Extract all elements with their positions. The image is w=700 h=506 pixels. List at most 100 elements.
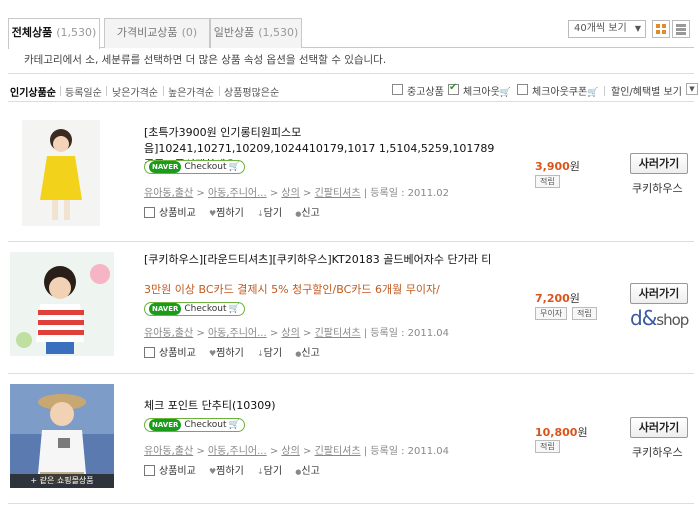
point-badge: 적립 (535, 440, 560, 453)
category-link[interactable]: 아동,주니어... (208, 188, 267, 199)
buy-button[interactable]: 사러가기 (630, 283, 688, 304)
report-label: 신고 (301, 208, 320, 219)
compare-button[interactable]: 상품비교 (144, 207, 196, 219)
tab-label: 전체상품 (11, 26, 53, 39)
category-link[interactable]: 유아동,출산 (144, 328, 193, 339)
compare-button[interactable]: 상품비교 (144, 347, 196, 359)
category-link[interactable]: 상의 (281, 188, 299, 199)
mall-name[interactable]: 쿠키하우스 (632, 180, 683, 196)
checkout-text: 체크아웃 (463, 87, 500, 98)
sort-date[interactable]: 등록일순 (65, 84, 102, 99)
report-button[interactable]: ●신고 (295, 208, 320, 219)
keep-button[interactable]: ↓담기 (257, 466, 282, 477)
keep-button[interactable]: ↓담기 (257, 348, 282, 359)
grid-view-icon[interactable] (652, 20, 670, 38)
category-link[interactable]: 아동,주니어... (208, 446, 267, 457)
no-interest-badge: 무이자 (535, 307, 568, 320)
checkout-coupon-text: 체크아웃쿠폰 (532, 87, 588, 98)
category-link[interactable]: 아동,주니어... (208, 328, 267, 339)
product-image (10, 252, 114, 356)
checkout-text: Checkout (184, 304, 227, 314)
same-mall-link[interactable]: + 같은 쇼핑몰상품 (10, 474, 114, 488)
wish-button[interactable]: ♥찜하기 (209, 466, 244, 477)
sort-high-price[interactable]: 높은가격순 (168, 84, 214, 99)
category-link[interactable]: 유아동,출산 (144, 188, 193, 199)
product-price: 7,200원 (535, 290, 580, 306)
register-date: 등록일 : 2011.02 (370, 188, 449, 199)
product-thumbnail[interactable] (22, 120, 100, 226)
point-badge: 적립 (535, 175, 560, 188)
cart-icon: 🛒 (587, 88, 599, 98)
mall-name[interactable]: 쿠키하우스 (632, 444, 683, 460)
tab-count: (1,530) (258, 26, 299, 39)
sort-reviews[interactable]: 상품평많은순 (224, 84, 279, 99)
keep-label: 담기 (263, 466, 283, 477)
product-title-link[interactable]: 체크 포인트 단추티(10309) (144, 398, 504, 414)
compare-checkbox[interactable] (144, 465, 155, 476)
view-count-select[interactable]: 40개씩 보기 ▼ (568, 20, 646, 38)
list-item: [초특가3900원 인기롱티원피스모음]10241,10271,10209,10… (8, 108, 694, 242)
product-image (22, 120, 100, 226)
compare-label: 상품비교 (159, 348, 196, 359)
wish-button[interactable]: ♥찜하기 (209, 348, 244, 359)
compare-label: 상품비교 (159, 466, 196, 477)
category-link[interactable]: 상의 (281, 446, 299, 457)
product-price: 10,800원 (535, 424, 588, 440)
category-path: 유아동,출산 > 아동,주니어... > 상의 > 긴팔티셔츠 | 등록일 : … (144, 188, 449, 199)
compare-checkbox[interactable] (144, 207, 155, 218)
view-count-value: 40개씩 보기 (574, 23, 627, 34)
naver-checkout-badge[interactable]: NAVER Checkout 🛒 (144, 418, 245, 432)
compare-checkbox[interactable] (144, 347, 155, 358)
price-unit: 원 (569, 160, 580, 173)
category-link[interactable]: 긴팔티셔츠 (315, 446, 361, 457)
item-actions: 상품비교 ♥찜하기 ↓담기 ●신고 (144, 204, 330, 219)
sort-low-price[interactable]: 낮은가격순 (112, 84, 158, 99)
tab-label: 일반상품 (213, 26, 255, 39)
product-thumbnail[interactable] (10, 252, 114, 356)
wish-label: 찜하기 (216, 466, 244, 477)
naver-checkout-badge[interactable]: NAVER Checkout 🛒 (144, 160, 245, 174)
report-label: 신고 (301, 466, 320, 477)
buy-button[interactable]: 사러가기 (630, 417, 688, 438)
cart-icon: 🛒 (228, 162, 240, 172)
tab-general-products[interactable]: 일반상품 (1,530) (210, 18, 302, 48)
list-item: [쿠키하우스][라운드티셔츠][쿠키하우스]KT20183 골드베어자수 단가라… (8, 242, 694, 374)
used-checkbox[interactable] (392, 84, 403, 95)
cart-icon: 🛒 (499, 88, 512, 98)
mall-logo-text: shop (656, 311, 689, 329)
category-link[interactable]: 긴팔티셔츠 (315, 328, 361, 339)
checkout-checkbox[interactable] (448, 82, 459, 95)
product-thumbnail[interactable]: + 같은 쇼핑몰상품 (10, 384, 114, 488)
category-notice: 카테고리에서 소, 세분류를 선택하면 더 많은 상품 속성 옵션을 선택할 수… (8, 48, 694, 74)
discount-view-link[interactable]: 할인/혜택별 보기 (611, 83, 682, 98)
divider (219, 86, 220, 96)
sort-popular[interactable]: 인기상품순 (10, 84, 56, 99)
category-link[interactable]: 상의 (281, 328, 299, 339)
buy-button[interactable]: 사러가기 (630, 153, 688, 174)
point-badge: 적립 (572, 307, 597, 320)
chevron-down-icon[interactable]: ▼ (686, 83, 698, 95)
wish-label: 찜하기 (216, 208, 244, 219)
list-view-icon[interactable] (672, 20, 690, 38)
report-button[interactable]: ●신고 (295, 348, 320, 359)
naver-checkout-badge[interactable]: NAVER Checkout 🛒 (144, 302, 245, 316)
mall-logo[interactable]: d&shop (630, 306, 689, 330)
download-icon: ↓ (256, 209, 264, 218)
product-title-link[interactable]: [쿠키하우스][라운드티셔츠][쿠키하우스]KT20183 골드베어자수 단가라… (144, 252, 504, 268)
wish-button[interactable]: ♥찜하기 (209, 208, 244, 219)
compare-button[interactable]: 상품비교 (144, 465, 196, 477)
report-label: 신고 (301, 348, 320, 359)
tab-price-compare[interactable]: 가격비교상품 (0) (104, 18, 210, 48)
category-path: 유아동,출산 > 아동,주니어... > 상의 > 긴팔티셔츠 | 등록일 : … (144, 328, 449, 339)
download-icon: ↓ (256, 467, 264, 476)
price-value: 7,200 (535, 292, 570, 305)
tab-count: (0) (181, 26, 198, 39)
price-value: 10,800 (535, 426, 578, 439)
report-button[interactable]: ●신고 (295, 466, 320, 477)
keep-button[interactable]: ↓담기 (257, 208, 282, 219)
checkout-coupon-checkbox[interactable] (517, 84, 528, 95)
category-link[interactable]: 긴팔티셔츠 (315, 188, 361, 199)
tab-all-products[interactable]: 전체상품 (1,530) (8, 18, 100, 49)
cart-icon: 🛒 (228, 304, 240, 314)
category-link[interactable]: 유아동,출산 (144, 446, 193, 457)
